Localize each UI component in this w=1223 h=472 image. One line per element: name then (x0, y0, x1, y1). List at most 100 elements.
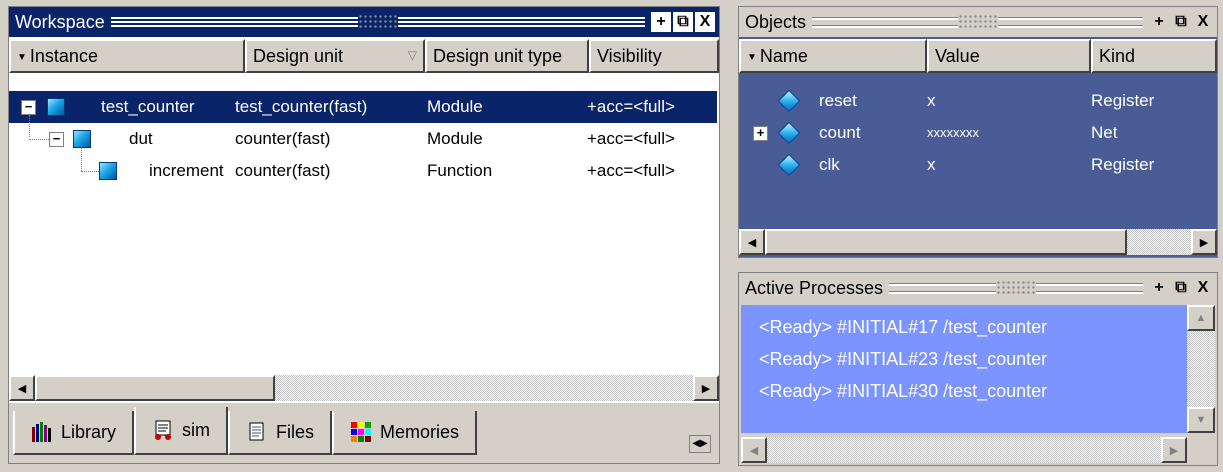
table-row[interactable]: − test_counter test_counter(fast) Module… (9, 91, 717, 123)
object-value: xxxxxxxx (927, 125, 979, 140)
instance-name: increment (149, 161, 224, 180)
column-design-unit[interactable]: Design unit ▽ (245, 39, 425, 73)
objects-header: ▼ Name Value Kind (739, 39, 1217, 73)
tab-files[interactable]: Files (228, 411, 333, 455)
module-icon (47, 98, 65, 116)
design-unit-type: Module (427, 97, 483, 116)
column-design-unit-type[interactable]: Design unit type (425, 39, 589, 73)
processes-titlebar[interactable]: Active Processes + ⧉ X (739, 273, 1217, 303)
visibility: +acc=<full> (587, 161, 675, 180)
collapse-icon[interactable]: − (49, 132, 64, 147)
scroll-right-icon[interactable]: ▶ (1161, 437, 1187, 463)
close-icon[interactable]: X (1193, 12, 1213, 32)
object-value: x (927, 91, 936, 110)
active-processes-pane: Active Processes + ⧉ X <Ready> #INITIAL#… (738, 272, 1218, 466)
scroll-up-icon[interactable]: ▲ (1187, 305, 1215, 331)
objects-title: Objects (745, 11, 807, 32)
scroll-thumb[interactable] (35, 375, 275, 401)
drag-grip[interactable] (889, 280, 1143, 296)
scroll-down-icon[interactable]: ▼ (1187, 407, 1215, 433)
design-unit: counter(fast) (235, 129, 331, 148)
scroll-thumb[interactable] (765, 229, 1127, 255)
object-kind: Register (1091, 155, 1155, 174)
list-item[interactable]: + count xxxxxxxx Net (739, 117, 1217, 149)
column-menu-icon[interactable]: ▼ (747, 52, 757, 63)
scroll-track[interactable] (767, 437, 1161, 463)
scroll-left-icon[interactable]: ◀ (739, 229, 765, 255)
drag-grip[interactable] (110, 14, 645, 30)
undock-icon[interactable]: ⧉ (1171, 12, 1191, 32)
objects-titlebar[interactable]: Objects + ⧉ X (739, 7, 1217, 37)
tab-sim[interactable]: sim (134, 407, 229, 455)
process-line[interactable]: <Ready> #INITIAL#30 /test_counter (759, 381, 1047, 402)
close-icon[interactable]: X (695, 12, 715, 32)
process-line[interactable]: <Ready> #INITIAL#17 /test_counter (759, 317, 1047, 338)
scroll-right-icon[interactable]: ▶ (1191, 229, 1217, 255)
scroll-left-icon[interactable]: ◀ (741, 437, 767, 463)
close-icon[interactable]: X (1193, 278, 1213, 298)
objects-hscrollbar[interactable]: ◀ ▶ (739, 229, 1217, 255)
processes-title: Active Processes (745, 277, 884, 298)
visibility: +acc=<full> (587, 129, 675, 148)
tab-library[interactable]: Library (13, 411, 135, 455)
scroll-right-icon[interactable]: ▶ (693, 375, 719, 401)
register-icon (777, 153, 801, 177)
collapse-icon[interactable]: − (21, 100, 36, 115)
dock-icon[interactable]: + (651, 12, 671, 32)
dock-icon[interactable]: + (1149, 12, 1169, 32)
tree-line (29, 139, 49, 140)
design-unit-type: Function (427, 161, 493, 180)
column-visibility[interactable]: Visibility (589, 39, 719, 73)
process-line[interactable]: <Ready> #INITIAL#23 /test_counter (759, 349, 1047, 370)
function-icon (99, 162, 117, 180)
design-unit-type: Module (427, 129, 483, 148)
dock-icon[interactable]: + (1149, 278, 1169, 298)
list-item[interactable]: clk x Register (739, 149, 1217, 181)
processes-list[interactable]: <Ready> #INITIAL#17 /test_counter <Ready… (741, 305, 1187, 433)
list-item[interactable]: reset x Register (739, 85, 1217, 117)
drag-grip[interactable] (812, 14, 1143, 30)
library-icon (31, 421, 53, 443)
sim-icon (152, 419, 174, 441)
undock-icon[interactable]: ⧉ (1171, 278, 1191, 298)
object-kind: Net (1091, 123, 1118, 142)
sort-icon[interactable]: ▽ (408, 48, 417, 62)
tab-memories[interactable]: Memories (332, 411, 478, 455)
files-icon (246, 421, 268, 443)
workspace-tabs: Library sim Files Memories (13, 407, 478, 455)
instance-name: test_counter (101, 97, 195, 116)
column-instance[interactable]: ▼ Instance (9, 39, 245, 73)
object-name: count (819, 123, 861, 142)
module-icon (73, 130, 91, 148)
register-icon (777, 89, 801, 113)
scroll-track[interactable] (1187, 331, 1215, 407)
object-kind: Register (1091, 91, 1155, 110)
visibility: +acc=<full> (587, 97, 675, 116)
column-name[interactable]: ▼ Name (739, 39, 927, 73)
table-row[interactable]: increment counter(fast) Function +acc=<f… (9, 155, 717, 187)
workspace-title: Workspace (15, 11, 105, 32)
design-unit: test_counter(fast) (235, 97, 368, 116)
processes-vscrollbar[interactable]: ▲ ▼ (1187, 305, 1215, 433)
scroll-track[interactable] (765, 229, 1191, 255)
object-name: reset (819, 91, 857, 110)
column-kind[interactable]: Kind (1091, 39, 1217, 73)
objects-pane: Objects + ⧉ X ▼ Name Value Kind reset x R… (738, 6, 1218, 258)
tab-scroll-arrows[interactable]: ◀▶ (689, 435, 711, 453)
processes-hscrollbar[interactable]: ◀ ▶ (741, 437, 1187, 463)
design-unit: counter(fast) (235, 161, 331, 180)
scroll-track[interactable] (35, 375, 693, 401)
workspace-hscrollbar[interactable]: ◀ ▶ (9, 375, 719, 401)
workspace-header: ▼ Instance Design unit ▽ Design unit type … (9, 39, 719, 73)
object-name: clk (819, 155, 840, 174)
undock-icon[interactable]: ⧉ (673, 12, 693, 32)
scroll-left-icon[interactable]: ◀ (9, 375, 35, 401)
workspace-pane: Workspace + ⧉ X ▼ Instance Design unit ▽ D… (8, 6, 720, 464)
column-menu-icon[interactable]: ▼ (17, 52, 27, 63)
expand-icon[interactable]: + (753, 126, 768, 141)
workspace-titlebar[interactable]: Workspace + ⧉ X (9, 7, 719, 37)
column-value[interactable]: Value (927, 39, 1091, 73)
instance-name: dut (129, 129, 153, 148)
memories-icon (350, 421, 372, 443)
table-row[interactable]: − dut counter(fast) Module +acc=<full> (9, 123, 717, 155)
